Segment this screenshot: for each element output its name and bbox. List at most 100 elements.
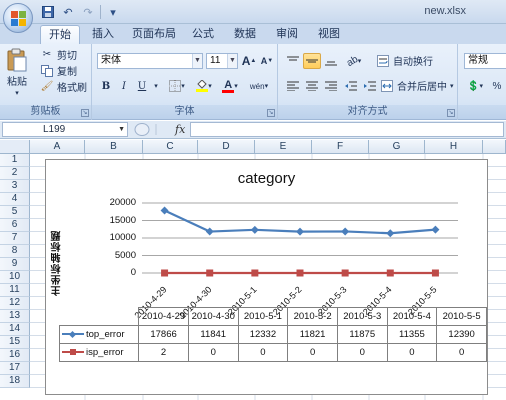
font-color-button[interactable]: A ▾ — [218, 78, 242, 94]
data-point-top-error[interactable] — [160, 206, 169, 215]
cut-button[interactable]: ✂ 剪切 — [40, 47, 77, 62]
row-header-13[interactable]: 13 — [0, 310, 30, 323]
row-header-4[interactable]: 4 — [0, 193, 30, 206]
row-header-6[interactable]: 6 — [0, 219, 30, 232]
data-point-isp-error[interactable] — [341, 269, 349, 277]
row-header-2[interactable]: 2 — [0, 167, 30, 180]
series-name: isp_error — [86, 347, 124, 358]
formula-input[interactable] — [190, 122, 504, 137]
shrink-font-button[interactable]: A ▼ — [258, 53, 276, 69]
row-header-15[interactable]: 15 — [0, 336, 30, 349]
column-header-e[interactable]: E — [255, 140, 312, 154]
data-point-isp-error[interactable] — [431, 269, 439, 277]
align-center-button[interactable] — [303, 78, 321, 94]
data-point-isp-error[interactable] — [161, 269, 169, 277]
copy-button[interactable]: 复制 — [40, 63, 77, 78]
data-point-isp-error[interactable] — [296, 269, 304, 277]
row-header-10[interactable]: 10 — [0, 271, 30, 284]
name-box[interactable]: L199 ▼ — [2, 122, 128, 137]
align-middle-button[interactable] — [303, 53, 321, 69]
paste-button[interactable]: 粘贴 ▾ — [6, 48, 28, 97]
number-format-combo[interactable]: 常规 — [464, 53, 506, 69]
chart-area[interactable]: category 主坐标轴标题 20000 15000 10000 5000 0 201… — [45, 159, 488, 395]
font-launcher-icon[interactable]: ↘ — [267, 109, 275, 117]
align-left-button[interactable] — [284, 78, 302, 94]
font-name-combo[interactable]: 宋体 ▼ — [97, 53, 203, 69]
italic-button[interactable]: I — [115, 78, 133, 94]
tab-home[interactable]: 开始 — [40, 25, 80, 44]
office-button[interactable] — [3, 3, 33, 33]
align-right-button[interactable] — [322, 78, 340, 94]
font-size-combo[interactable]: 11 ▼ — [206, 53, 238, 69]
tab-formulas[interactable]: 公式 — [184, 25, 222, 44]
tab-review[interactable]: 审阅 — [268, 25, 306, 44]
column-header-i[interactable] — [483, 140, 506, 154]
tab-view[interactable]: 视图 — [310, 25, 348, 44]
data-point-isp-error[interactable] — [251, 269, 259, 277]
paint-bucket-icon — [196, 79, 209, 92]
column-header-g[interactable]: G — [369, 140, 425, 154]
row-header-9[interactable]: 9 — [0, 258, 30, 271]
bold-button[interactable]: B — [97, 78, 115, 94]
undo-icon[interactable]: ↶ — [60, 4, 76, 20]
legend-entry-isp-error[interactable]: isp_error — [58, 343, 140, 362]
row-header-3[interactable]: 3 — [0, 180, 30, 193]
data-point-isp-error[interactable] — [386, 269, 394, 277]
select-all-corner[interactable] — [0, 140, 30, 154]
row-header-5[interactable]: 5 — [0, 206, 30, 219]
save-icon[interactable] — [40, 4, 56, 20]
row-header-18[interactable]: 18 — [0, 375, 30, 388]
redo-icon[interactable]: ↷ — [80, 4, 96, 20]
column-header-d[interactable]: D — [198, 140, 255, 154]
data-point-top-error[interactable] — [341, 227, 350, 236]
tab-page-layout[interactable]: 页面布局 — [124, 25, 184, 44]
brush-icon: 🖌 — [40, 81, 54, 92]
fill-color-button[interactable]: ▾ — [192, 78, 216, 94]
row-header-12[interactable]: 12 — [0, 297, 30, 310]
row-header-16[interactable]: 16 — [0, 349, 30, 362]
insert-function-icon[interactable]: fx — [175, 123, 185, 136]
accounting-format-button[interactable]: 💲 ▾ — [464, 78, 486, 94]
wrap-text-button[interactable]: 自动换行 — [376, 53, 433, 68]
data-point-isp-error[interactable] — [206, 269, 214, 277]
data-point-top-error[interactable] — [431, 225, 440, 234]
row-header-7[interactable]: 7 — [0, 232, 30, 245]
underline-button[interactable]: U — [133, 78, 151, 94]
row-header-1[interactable]: 1 — [0, 154, 30, 167]
grow-font-button[interactable]: A ▲ — [240, 53, 258, 69]
paste-label: 粘贴 — [7, 77, 27, 88]
column-header-f[interactable]: F — [312, 140, 369, 154]
borders-button[interactable]: ▾ — [166, 78, 188, 94]
tab-insert[interactable]: 插入 — [84, 25, 122, 44]
row-header-14[interactable]: 14 — [0, 323, 30, 336]
row-header-8[interactable]: 8 — [0, 245, 30, 258]
data-table-header-row: 2010-4-29 2010-4-30 2010-5-1 2010-5-2 2010-5… — [59, 307, 487, 326]
column-header-b[interactable]: B — [85, 140, 143, 154]
increase-indent-button[interactable] — [361, 78, 379, 94]
align-top-button[interactable] — [284, 53, 302, 69]
format-painter-button[interactable]: 🖌 格式刷 — [40, 79, 87, 94]
percent-button[interactable]: % — [488, 78, 506, 94]
data-point-top-error[interactable] — [205, 227, 214, 236]
row-header-11[interactable]: 11 — [0, 284, 30, 297]
tab-data[interactable]: 数据 — [226, 25, 264, 44]
phonetic-button[interactable]: wén ▾ — [246, 78, 272, 94]
decrease-indent-button[interactable] — [342, 78, 360, 94]
column-header-c[interactable]: C — [143, 140, 198, 154]
align-bottom-button[interactable] — [322, 53, 340, 69]
column-header-a[interactable]: A — [30, 140, 85, 154]
underline-dropdown-icon[interactable]: ▾ — [151, 78, 161, 94]
alignment-launcher-icon[interactable]: ↘ — [447, 109, 455, 117]
column-header-h[interactable]: H — [425, 140, 483, 154]
data-point-top-error[interactable] — [296, 227, 304, 236]
legend-entry-top-error[interactable]: top_error — [58, 325, 140, 344]
row-header-17[interactable]: 17 — [0, 362, 30, 375]
data-point-top-error[interactable] — [386, 229, 395, 238]
clipboard-launcher-icon[interactable]: ↘ — [81, 109, 89, 117]
name-box-value: L199 — [43, 124, 66, 135]
data-point-top-error[interactable] — [250, 225, 259, 234]
merge-center-button[interactable]: 合并后居中 ▾ — [380, 78, 454, 93]
customize-icon[interactable]: ▾ — [105, 4, 121, 20]
orientation-button[interactable]: ab ▾ — [342, 53, 366, 69]
office-logo-icon — [11, 11, 26, 26]
